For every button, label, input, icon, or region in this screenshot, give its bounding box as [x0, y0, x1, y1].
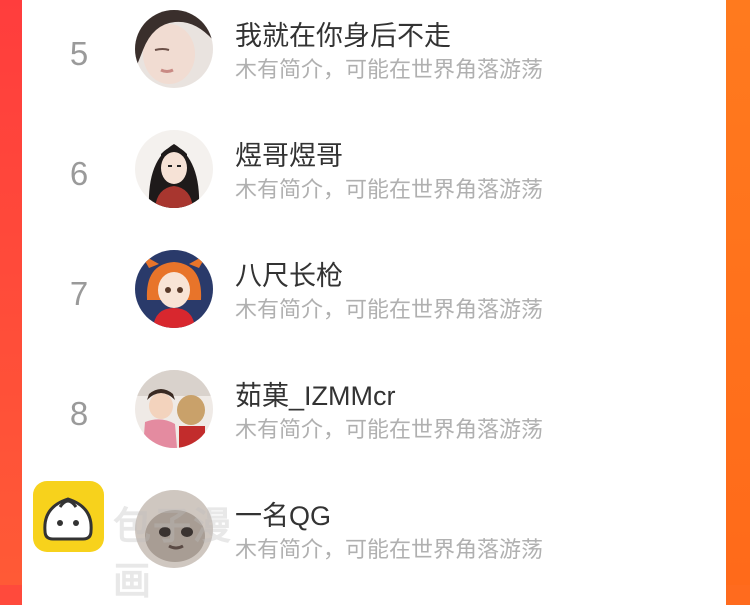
right-gradient-edge	[726, 0, 750, 585]
user-intro: 木有简介，可能在世界角落游荡	[235, 417, 544, 442]
rank-number: 8	[69, 395, 89, 432]
ranking-row[interactable]: 7 八尺长枪 木有简介，可能在世界角落游荡	[22, 234, 726, 354]
rank-number: 6	[69, 155, 89, 192]
user-intro: 木有简介，可能在世界角落游荡	[235, 177, 544, 202]
user-name[interactable]: 我就在你身后不走	[235, 14, 451, 53]
user-name[interactable]: 茹菓_IZMMcr	[235, 374, 395, 413]
user-name[interactable]: 煜哥煜哥	[235, 134, 343, 173]
ranking-row[interactable]: 8 茹菓_IZMMcr 木有简介，可能在世界角落游荡	[22, 354, 726, 474]
rank-number: 7	[69, 275, 89, 312]
site-watermark: 包子漫画	[33, 481, 243, 603]
user-intro: 木有简介，可能在世界角落游荡	[235, 57, 544, 82]
user-intro: 木有简介，可能在世界角落游荡	[235, 537, 544, 562]
left-gradient-edge	[0, 0, 22, 585]
watermark-text: 包子漫画	[113, 506, 234, 603]
user-name[interactable]: 八尺长枪	[235, 254, 343, 293]
bun-logo-icon	[33, 481, 104, 552]
rank-number: 5	[69, 35, 89, 72]
ranking-row[interactable]: 5 我就在你身后不走 木有简介，可能在世界角落游荡	[22, 0, 726, 114]
user-avatar[interactable]	[135, 250, 213, 328]
user-avatar[interactable]	[135, 10, 213, 88]
ranking-row[interactable]: 6 煜哥煜哥 木有简介，可能在世界角落游荡	[22, 114, 726, 234]
user-avatar[interactable]	[135, 130, 213, 208]
user-intro: 木有简介，可能在世界角落游荡	[235, 297, 544, 322]
user-name[interactable]: 一名QG	[235, 494, 331, 533]
user-avatar[interactable]	[135, 370, 213, 448]
